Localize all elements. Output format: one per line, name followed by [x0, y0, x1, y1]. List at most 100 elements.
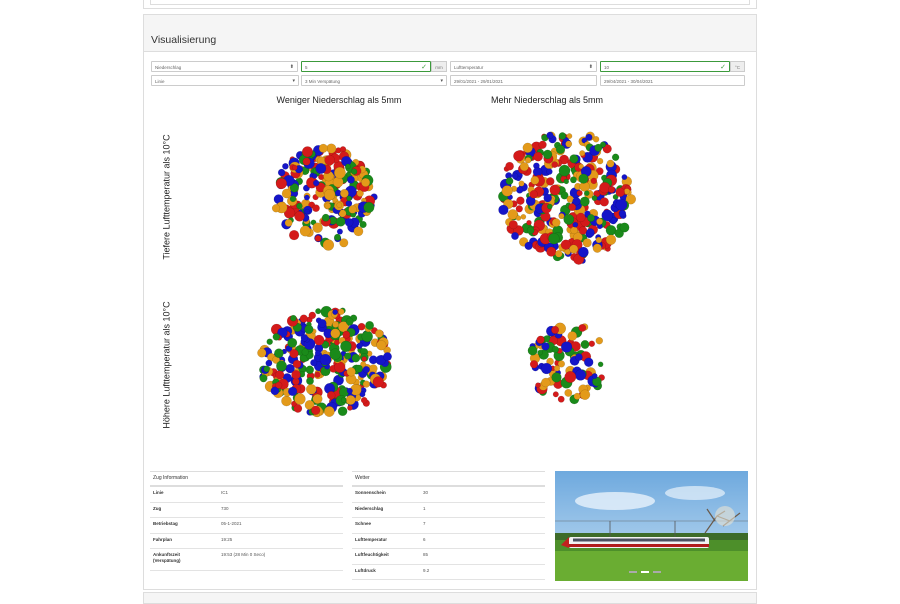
bubble-point: [329, 348, 341, 360]
wetter-key: Niederschlag: [355, 505, 384, 511]
bubble-point: [576, 190, 583, 197]
bubble-point: [294, 210, 305, 222]
bubble-point: [615, 198, 628, 211]
bubble-point: [346, 387, 353, 394]
train-photo-carousel[interactable]: [555, 471, 748, 581]
bubble-point: [565, 140, 573, 148]
bubble-point: [257, 348, 267, 358]
bubble-point: [363, 201, 375, 213]
wetter-header: Wetter: [352, 472, 545, 487]
bubble-point: [592, 243, 602, 253]
bubble-point: [311, 173, 318, 179]
bubble-point: [282, 162, 289, 170]
wetter-value: 9.2: [423, 567, 430, 573]
bubble-point: [519, 162, 529, 172]
bubble-point: [312, 204, 320, 212]
bubble-point: [529, 190, 538, 199]
bubble-point: [618, 209, 627, 218]
bubble-point: [287, 337, 298, 348]
bubble-point: [263, 365, 271, 373]
bubble-point: [567, 331, 578, 341]
bubble-point: [595, 236, 602, 244]
bubble-point: [376, 340, 387, 351]
bubble-point: [271, 204, 281, 213]
bubble-point: [323, 406, 335, 417]
bubble-point: [275, 370, 285, 380]
bubble-point: [582, 238, 592, 248]
bubble-point: [533, 151, 543, 162]
bubble-point: [508, 220, 518, 230]
bubble-point: [302, 146, 314, 158]
bubble-point: [588, 340, 595, 347]
bubble-point: [540, 362, 553, 375]
wetter-key: Luftdruck: [355, 567, 376, 573]
bubble-point: [505, 177, 514, 185]
bubble-point: [308, 311, 316, 320]
bubble-point: [530, 175, 540, 185]
bubble-point: [324, 188, 336, 201]
bubble-point: [619, 222, 630, 233]
bubble-point: [326, 143, 337, 154]
bubble-point: [505, 161, 514, 171]
bubble-point: [516, 196, 525, 205]
bubble-point: [333, 166, 346, 179]
bubble-point: [314, 371, 321, 378]
bubble-point: [318, 143, 328, 153]
bubble-point: [338, 308, 345, 315]
bubble-point: [596, 218, 603, 225]
bubble-point: [289, 230, 300, 241]
bubble-point: [345, 163, 351, 170]
bubble-point: [291, 370, 301, 380]
bubble-point: [563, 213, 575, 225]
bubble-point: [289, 349, 299, 359]
zug-information-value: 19:25: [221, 536, 233, 542]
bubble-point: [513, 150, 525, 162]
bubble-cluster: [271, 143, 378, 251]
bubble-point: [299, 314, 308, 323]
bubble-point: [558, 164, 571, 177]
bubble-point: [290, 314, 297, 322]
bubble-point: [591, 373, 598, 379]
zug-information-key: Ankunftszeit (Verspätung): [153, 552, 181, 563]
bubble-point: [552, 391, 559, 398]
bubble-point: [361, 330, 373, 343]
bubble-point: [595, 337, 603, 345]
bubble-point: [522, 142, 533, 153]
bubble-point: [551, 325, 560, 334]
bubble-point: [563, 178, 569, 185]
zug-information-row: Betriebstag 05-1-2021: [150, 518, 343, 534]
bubble-point: [584, 190, 590, 196]
wetter-table: Wetter Sonnenschein 30 Niederschlag 1 Schnee…: [352, 471, 545, 580]
wetter-value: 1: [423, 505, 426, 511]
bubble-point: [555, 144, 566, 155]
bubble-point: [351, 353, 361, 363]
bubble-point: [330, 328, 341, 339]
wetter-value: 85: [423, 552, 429, 557]
zug-information-key: Zug: [153, 505, 162, 511]
bubble-point: [515, 205, 523, 213]
bubble-point: [348, 205, 357, 214]
bubble-point: [344, 352, 352, 360]
bubble-point: [511, 172, 519, 180]
bubble-point: [558, 213, 565, 220]
zug-information-header: Zug Information: [150, 472, 343, 487]
bubble-point: [527, 345, 538, 356]
bubble-point: [360, 396, 368, 404]
bubble-point: [541, 377, 551, 388]
bubble-point: [289, 195, 297, 203]
bubble-point: [594, 143, 603, 152]
bubble-point: [361, 177, 371, 187]
bubble-point: [549, 184, 561, 196]
bubble-point: [319, 353, 332, 366]
bubble-cluster: [498, 131, 636, 265]
bubble-point: [536, 335, 545, 344]
bubble-point: [274, 348, 284, 359]
wetter-value: 30: [423, 490, 429, 495]
bubble-point: [266, 338, 273, 345]
bubble-point: [570, 176, 577, 184]
bubble-point: [564, 388, 573, 397]
bubble-point: [335, 216, 346, 227]
bubble-point: [541, 342, 550, 351]
bubble-point: [345, 395, 356, 406]
bubble-point: [580, 340, 590, 349]
